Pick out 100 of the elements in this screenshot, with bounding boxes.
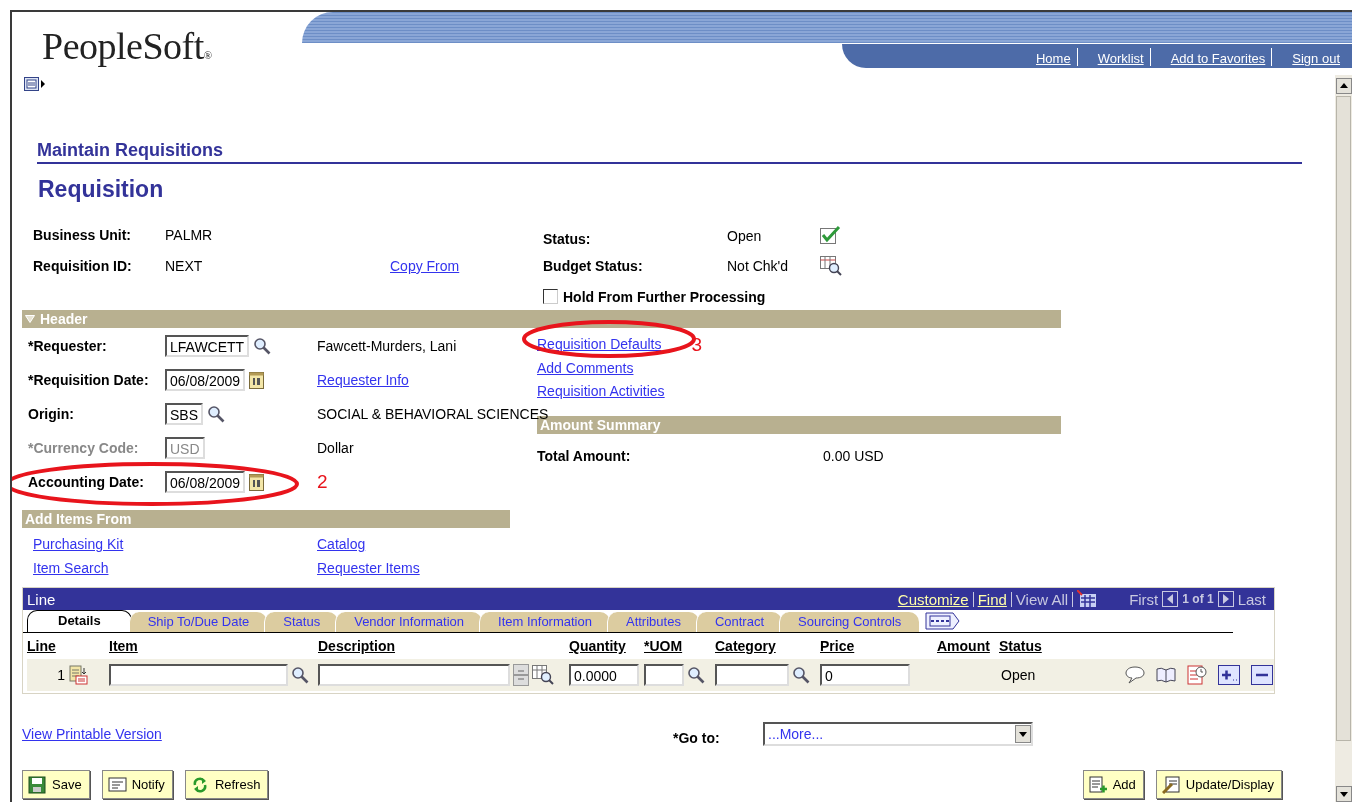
- requester-info-link[interactable]: Requester Info: [317, 372, 409, 388]
- field-label: Origin:: [28, 406, 75, 422]
- field-label: *Go to:: [673, 729, 721, 746]
- item-lookup-icon[interactable]: [532, 665, 554, 685]
- toolbar-button[interactable]: Notify: [101, 770, 173, 799]
- nav-link[interactable]: Sign out: [1272, 51, 1346, 66]
- line-details-icon[interactable]: [68, 665, 88, 685]
- quantity-field[interactable]: 0.0000: [569, 664, 639, 686]
- nav-link[interactable]: Worklist: [1077, 51, 1150, 66]
- field-value: PALMR: [165, 226, 214, 243]
- column-header[interactable]: Amount: [937, 638, 990, 654]
- tab[interactable]: Item Information: [479, 612, 610, 632]
- price-field[interactable]: 0: [820, 664, 910, 686]
- previous-icon[interactable]: [1162, 591, 1179, 607]
- field-label: *Requester:: [28, 338, 108, 354]
- find-link[interactable]: Find: [977, 590, 1007, 608]
- item-field[interactable]: [109, 664, 288, 686]
- search-icon[interactable]: [253, 337, 272, 355]
- field-label: *Currency Code:: [28, 440, 140, 456]
- section-bar: Add Items From: [22, 510, 510, 528]
- breadcrumb-title: Maintain Requisitions: [37, 139, 224, 161]
- field-label: Total Amount:: [537, 447, 632, 464]
- column-header[interactable]: Status: [999, 638, 1042, 654]
- input-field[interactable]: 06/08/2009: [165, 471, 246, 493]
- page-title: Requisition: [38, 175, 165, 204]
- printable-version-link[interactable]: View Printable Version: [22, 726, 162, 742]
- description-field[interactable]: [318, 664, 510, 686]
- input-field: USD: [165, 437, 205, 459]
- search-icon[interactable]: [687, 666, 705, 684]
- tab[interactable]: Sourcing Controls: [779, 612, 920, 632]
- grid-title: Line: [27, 590, 57, 608]
- book-icon[interactable]: [1156, 667, 1176, 683]
- show-all-tabs-icon[interactable]: [925, 611, 962, 631]
- input-field[interactable]: SBS: [165, 403, 203, 425]
- search-icon[interactable]: [291, 666, 309, 684]
- check-icon: [820, 225, 841, 244]
- search-icon[interactable]: [207, 405, 225, 423]
- column-header[interactable]: Quantity: [569, 638, 626, 654]
- budget-inquiry-icon[interactable]: [820, 255, 842, 276]
- nav-link[interactable]: Home: [1015, 51, 1077, 66]
- field-description: Dollar: [317, 440, 354, 456]
- column-header[interactable]: Price: [820, 638, 855, 654]
- logo: PeopleSoft®: [41, 24, 213, 69]
- document-clock-icon[interactable]: [1187, 665, 1207, 685]
- toolbar-button[interactable]: Update/Display: [1155, 770, 1282, 799]
- field-description: Fawcett-Murders, Lani: [317, 338, 457, 354]
- add-row-button[interactable]: [1218, 665, 1240, 685]
- scroll-down-button[interactable]: [1335, 786, 1352, 802]
- column-header[interactable]: Description: [318, 638, 395, 654]
- document-pencil-icon: [1161, 775, 1181, 794]
- add-items-link[interactable]: Requester Items: [317, 560, 420, 576]
- copy-from-link[interactable]: Copy From: [390, 257, 543, 274]
- customize-link[interactable]: Customize: [897, 590, 969, 608]
- delete-row-button[interactable]: [1251, 665, 1273, 685]
- tab[interactable]: Attributes: [606, 612, 699, 632]
- nav-link[interactable]: Add to Favorites: [1150, 51, 1272, 66]
- input-field[interactable]: 06/08/2009: [165, 369, 246, 391]
- field-value: NEXT: [165, 257, 204, 274]
- hold-checkbox[interactable]: [543, 289, 558, 304]
- go-to-dropdown[interactable]: ...More...: [763, 722, 1033, 746]
- column-header[interactable]: Line: [27, 638, 56, 654]
- uom-field[interactable]: [644, 664, 684, 686]
- tab[interactable]: Details: [27, 610, 132, 632]
- speech-bubble-icon[interactable]: [1125, 666, 1145, 684]
- calendar-icon[interactable]: [249, 473, 265, 491]
- line-status: Open: [1000, 667, 1036, 683]
- category-field[interactable]: [715, 664, 789, 686]
- toolbar-button[interactable]: Add: [1082, 770, 1144, 799]
- field-value: Open: [727, 226, 763, 244]
- section-title: Header: [40, 310, 88, 328]
- field-label: Status:: [543, 229, 592, 247]
- input-field[interactable]: LFAWCETT: [165, 335, 250, 357]
- scrollbar-thumb[interactable]: [1336, 96, 1351, 741]
- grid-download-icon[interactable]: [1077, 590, 1098, 608]
- scroll-up-button[interactable]: [1335, 78, 1352, 94]
- annotation-number: 2: [317, 471, 328, 493]
- toolbar-button[interactable]: Save: [22, 770, 90, 799]
- toolbar-button[interactable]: Refresh: [184, 770, 269, 799]
- menu-icon[interactable]: [24, 77, 46, 91]
- page-link[interactable]: Requisition Activities: [537, 380, 665, 404]
- calendar-icon[interactable]: [249, 371, 265, 389]
- next-icon[interactable]: [1217, 591, 1234, 607]
- column-header[interactable]: *UOM: [644, 638, 683, 654]
- view-all-link[interactable]: View All: [1015, 590, 1069, 608]
- field-label: Requisition ID:: [33, 257, 133, 274]
- field-value: Not Chk'd: [727, 257, 790, 274]
- line-number: 1: [56, 667, 65, 683]
- field-label: Budget Status:: [543, 257, 644, 274]
- first-link[interactable]: First: [1129, 590, 1159, 608]
- add-items-link[interactable]: Catalog: [317, 536, 366, 552]
- amount-value: 0.00 USD: [823, 447, 885, 464]
- add-items-link[interactable]: Purchasing Kit: [33, 536, 124, 552]
- add-items-link[interactable]: Item Search: [33, 560, 109, 576]
- last-link[interactable]: Last: [1237, 590, 1266, 608]
- page-link[interactable]: Add Comments: [537, 356, 634, 380]
- column-header[interactable]: Category: [715, 638, 776, 654]
- note-icon: [107, 775, 127, 794]
- add-document-icon: [1088, 775, 1108, 794]
- search-icon[interactable]: [792, 666, 810, 684]
- column-header[interactable]: Item: [109, 638, 138, 654]
